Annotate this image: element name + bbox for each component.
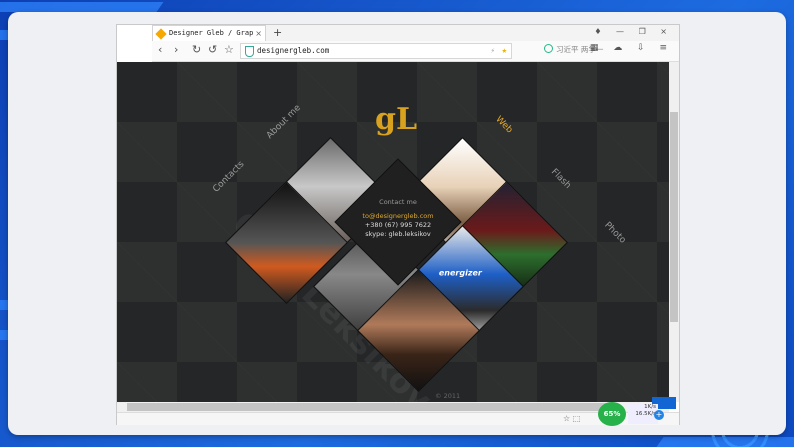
contact-skype: skype: gleb.leksikov bbox=[365, 230, 431, 238]
tab-designer-gleb[interactable]: Designer Gleb / Graphic × bbox=[152, 25, 266, 42]
site-logo[interactable]: gL bbox=[375, 102, 417, 137]
nav-photo[interactable]: Photo bbox=[602, 220, 627, 245]
undo-button[interactable]: ↺ bbox=[208, 43, 217, 56]
tab-bar: Designer Gleb / Graphic × + ♦ — ❐ × bbox=[152, 25, 679, 42]
copyright: © 2011 bbox=[435, 392, 461, 400]
url-text: designergleb.com bbox=[257, 46, 330, 55]
product-brand: energizer bbox=[438, 268, 482, 278]
window-controls[interactable]: ♦ — ❐ × bbox=[594, 27, 673, 36]
bolt-icon[interactable]: ⚡ bbox=[490, 44, 495, 58]
net-upload: 1K/s bbox=[644, 404, 656, 410]
nav-about-me[interactable]: About me bbox=[265, 103, 303, 141]
browser-window: Designer Gleb / Graphic × + ♦ — ❐ × ‹ › … bbox=[116, 24, 680, 425]
speed-badge[interactable]: 65% bbox=[598, 402, 626, 426]
horizontal-scrollbar[interactable] bbox=[117, 402, 669, 412]
search-engine-icon bbox=[544, 44, 553, 53]
address-bar[interactable]: designergleb.com ⚡ ★ bbox=[240, 43, 512, 59]
decor-stripe bbox=[0, 2, 164, 12]
tab-close-icon[interactable]: × bbox=[255, 26, 262, 41]
nav-flash[interactable]: Flash bbox=[549, 167, 573, 191]
add-icon[interactable]: + bbox=[654, 410, 664, 420]
star-icon[interactable]: ★ bbox=[502, 44, 507, 58]
toolbar: ‹ › ↻ ↺ ☆ designergleb.com ⚡ ★ 习近平 两学一 ▦… bbox=[152, 41, 679, 62]
shield-icon bbox=[245, 46, 254, 57]
forward-button[interactable]: › bbox=[174, 43, 178, 56]
horizontal-scroll-thumb[interactable] bbox=[127, 403, 607, 411]
bookmark-button[interactable]: ☆ bbox=[224, 43, 234, 56]
new-tab-button[interactable]: + bbox=[273, 25, 282, 40]
reload-button[interactable]: ↻ bbox=[192, 43, 201, 56]
favicon-icon bbox=[155, 28, 167, 40]
nav-contacts[interactable]: Contacts bbox=[211, 159, 246, 194]
contact-email[interactable]: to@designergleb.com bbox=[353, 212, 443, 221]
contact-phone: +380 (67) 995 7622 bbox=[364, 221, 432, 229]
vertical-scrollbar[interactable] bbox=[669, 62, 679, 402]
contact-block: Contact me to@designergleb.com +380 (67)… bbox=[353, 198, 443, 239]
nav-web[interactable]: Web bbox=[493, 115, 514, 136]
back-button[interactable]: ‹ bbox=[158, 43, 162, 56]
tab-title: Designer Gleb / Graphic bbox=[169, 29, 253, 37]
decor-stripe bbox=[656, 437, 794, 447]
status-icons[interactable]: ☆ ⬚ bbox=[563, 414, 580, 423]
vertical-scroll-thumb[interactable] bbox=[670, 112, 678, 322]
contact-heading: Contact me bbox=[379, 198, 417, 206]
website-page: Gleb Leksikov gL About me Web Contacts F… bbox=[117, 62, 669, 402]
status-bar: ☆ ⬚ bbox=[117, 412, 679, 425]
toolbar-icons[interactable]: ▦ ☁ ⇩ ≡ bbox=[590, 43, 673, 53]
